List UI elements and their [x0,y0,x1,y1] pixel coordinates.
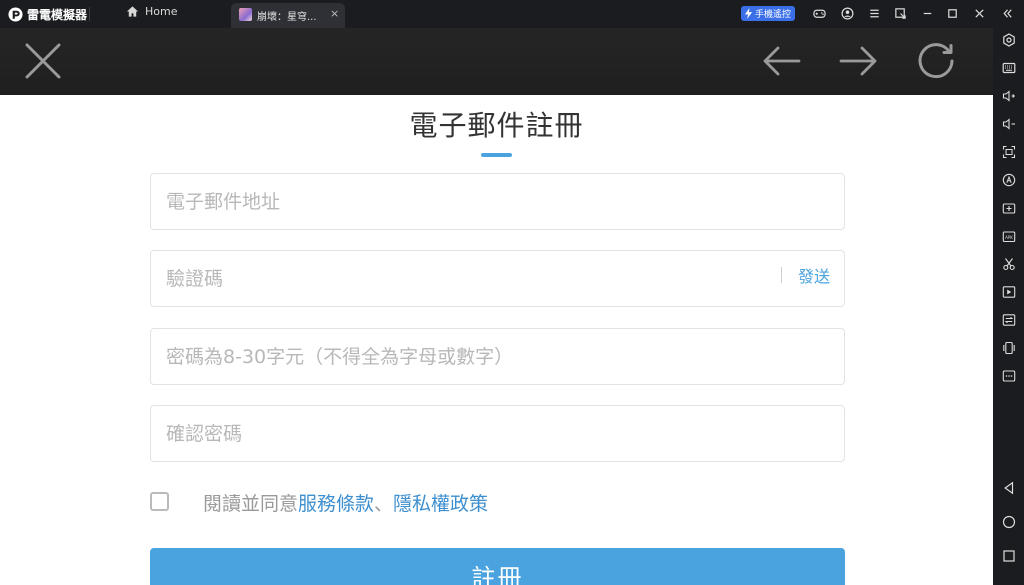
privacy-link[interactable]: 隱私權政策 [393,493,488,515]
tab-home-label: Home [145,5,178,18]
tab-close-icon[interactable]: × [330,7,339,20]
android-recent-icon[interactable] [1002,549,1016,563]
code-field[interactable]: 發送 [150,250,845,307]
close-x-icon[interactable] [23,41,63,81]
email-input[interactable] [166,174,766,229]
menu-icon[interactable] [868,7,881,20]
phone-control-button[interactable]: 手機遙控 [741,6,796,21]
home-icon [126,6,139,17]
titlebar-divider [89,7,90,21]
tab-game-label: 崩壞：星穹... [257,12,317,23]
page-title: 電子郵件註冊 [409,109,584,142]
record-video-icon[interactable] [1002,285,1016,299]
volume-down-icon[interactable] [1002,117,1016,131]
keyboard-icon[interactable] [1002,61,1016,75]
password-field[interactable] [150,328,845,385]
agree-separator: 、 [374,493,394,515]
macro-a-icon[interactable] [1002,173,1016,187]
android-back-icon[interactable] [1002,481,1016,495]
more-icon[interactable] [1002,369,1016,383]
svg-text:APK: APK [1005,235,1013,240]
add-screen-icon[interactable] [1002,201,1016,215]
shake-icon[interactable] [1002,341,1016,355]
emulator-sidebar: APK [993,28,1024,585]
emulator-titlebar: 雷電模擬器 Home 崩壞：星穹... × 手機遙控 [0,0,1024,28]
collapse-sidebar-icon[interactable] [1001,7,1014,20]
code-input[interactable] [166,251,766,306]
webview-toolbar [0,28,993,95]
forward-arrow-icon[interactable] [838,41,878,81]
register-button[interactable]: 註冊 [150,548,845,585]
terms-link[interactable]: 服務條款 [298,493,374,515]
agree-text: 閱讀並同意服務條款、隱私權政策 [203,489,488,516]
title-underline [481,153,512,157]
gamepad-icon[interactable] [813,7,826,20]
android-screen: 電子郵件註冊 發送 閱讀並同意服務條款、隱私權政策 註冊 [0,28,993,585]
confirm-password-input[interactable] [166,406,766,461]
minimize-icon[interactable] [921,7,934,20]
brand-name: 雷電模擬器 [27,7,88,22]
agree-prefix: 閱讀並同意 [203,493,299,515]
android-home-icon[interactable] [1002,515,1016,529]
volume-up-icon[interactable] [1002,89,1016,103]
lightning-icon [744,8,753,19]
send-divider [781,267,782,283]
tab-game[interactable]: 崩壞：星穹... × [231,3,345,28]
sync-icon[interactable] [1002,313,1016,327]
confirm-password-field[interactable] [150,405,845,462]
screenshot-icon[interactable] [1002,145,1016,159]
game-app-icon [239,8,252,21]
maximize-icon[interactable] [946,7,959,20]
password-input[interactable] [166,329,766,384]
tab-home[interactable]: Home [126,5,177,18]
send-code-button[interactable]: 發送 [798,263,830,287]
back-arrow-icon[interactable] [762,41,802,81]
scissors-icon[interactable] [1002,257,1016,271]
agree-checkbox[interactable] [150,492,169,511]
phone-control-label: 手機遙控 [755,10,792,20]
close-icon[interactable] [973,7,986,20]
brand[interactable]: 雷電模擬器 [8,5,87,23]
refresh-icon[interactable] [916,41,956,81]
email-field[interactable] [150,173,845,230]
apk-install-icon[interactable]: APK [1002,229,1016,243]
ldplayer-logo-icon [8,6,23,22]
account-icon[interactable] [841,7,854,20]
window-pin-icon[interactable] [894,7,907,20]
settings-hex-icon[interactable] [1002,33,1016,47]
